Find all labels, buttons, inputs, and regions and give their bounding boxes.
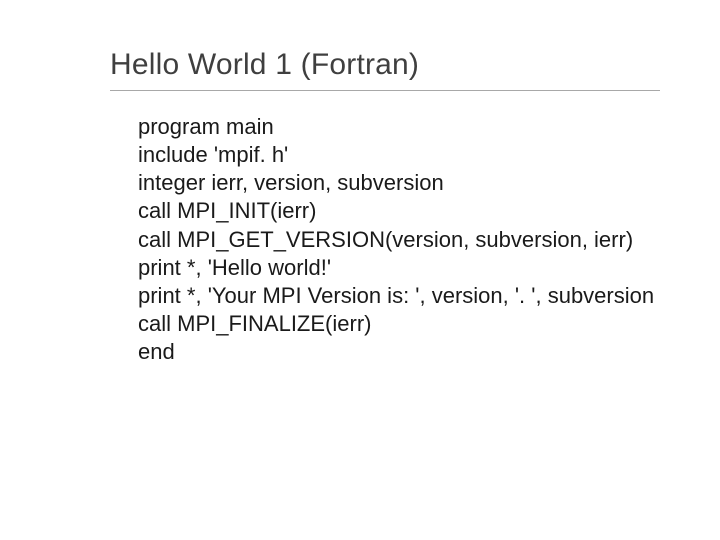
code-line: call MPI_FINALIZE(ierr): [138, 310, 660, 338]
code-line: program main: [138, 113, 660, 141]
slide-title-container: Hello World 1 (Fortran): [110, 48, 660, 91]
code-line: print *, 'Hello world!': [138, 254, 660, 282]
code-line: end: [138, 338, 660, 366]
code-line: include 'mpif. h': [138, 141, 660, 169]
code-line: call MPI_GET_VERSION(version, subversion…: [138, 226, 660, 254]
code-line: integer ierr, version, subversion: [138, 169, 660, 197]
code-block: program main include 'mpif. h' integer i…: [110, 113, 660, 366]
code-line: print *, 'Your MPI Version is: ', versio…: [138, 282, 660, 310]
slide-title: Hello World 1 (Fortran): [110, 48, 660, 82]
code-line: call MPI_INIT(ierr): [138, 197, 660, 225]
